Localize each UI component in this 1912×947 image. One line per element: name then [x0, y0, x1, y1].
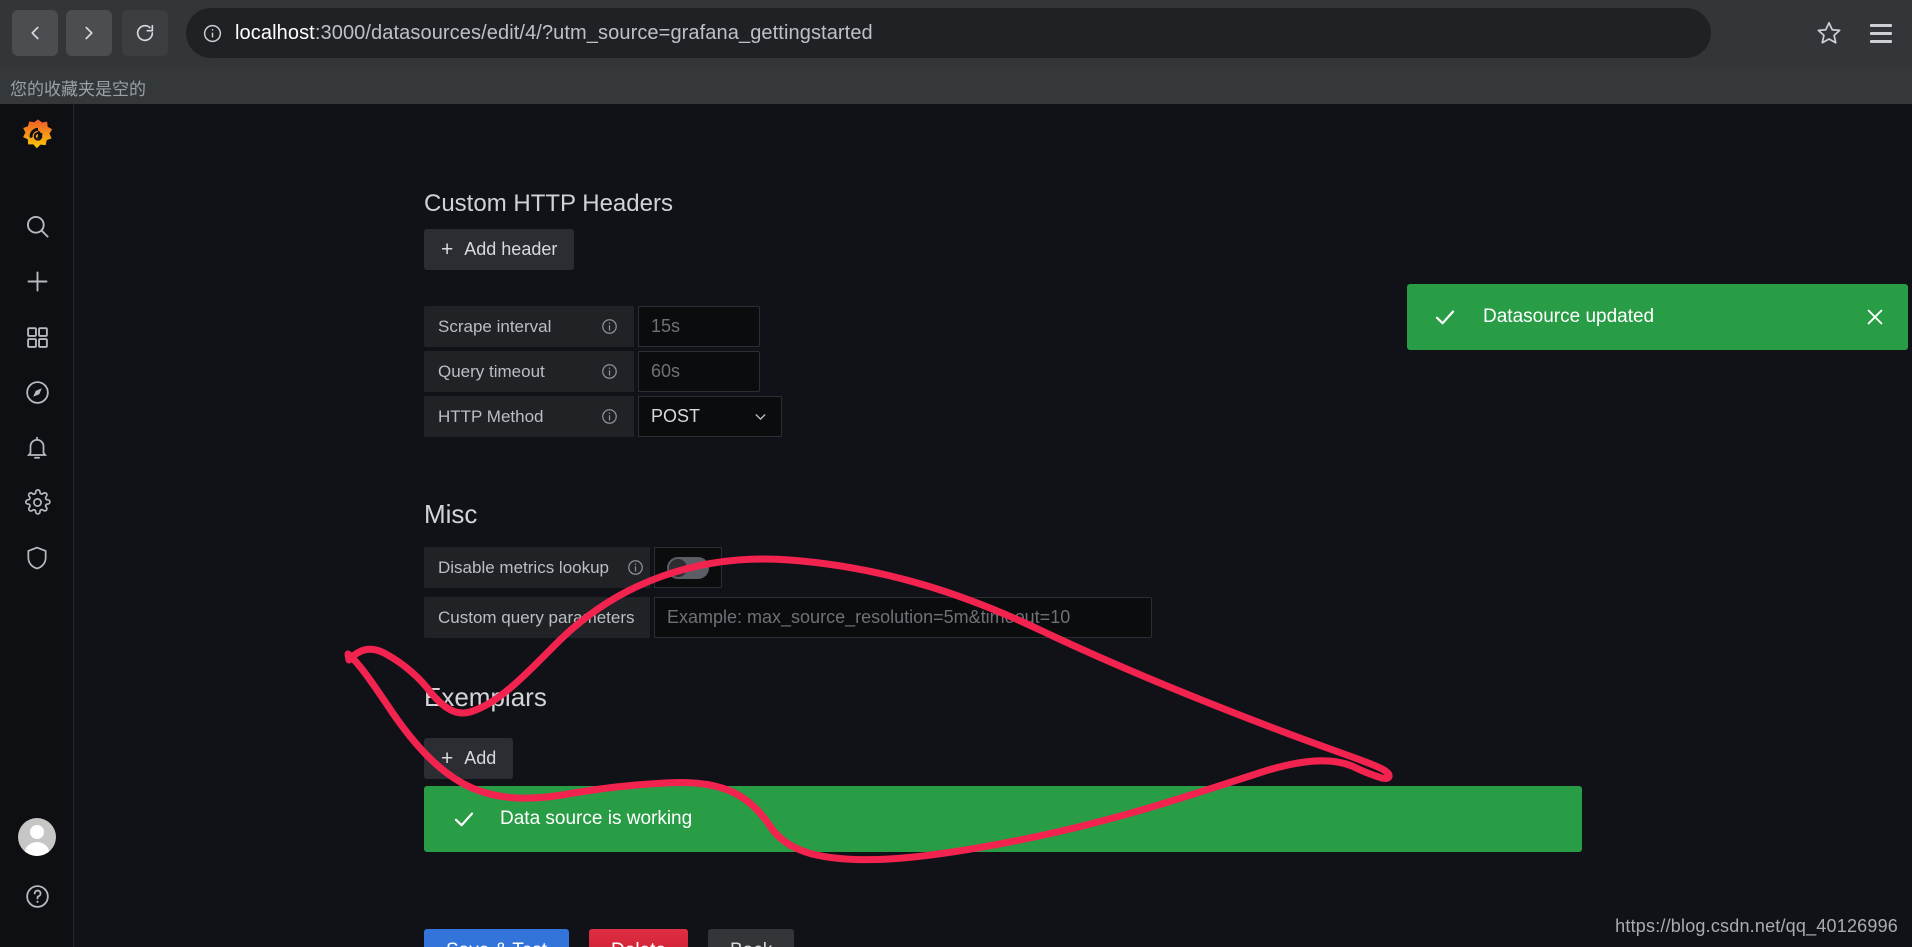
- datasource-settings-content: Custom HTTP Headers + Add header Scrape …: [74, 104, 1912, 947]
- query-timeout-label: Query timeout: [424, 351, 634, 392]
- bookmarks-bar: 您的收藏夹是空的: [0, 66, 1912, 104]
- toggle-knob: [669, 558, 687, 577]
- hamburger-menu-icon[interactable]: [1862, 14, 1900, 52]
- field-query-timeout: Query timeout: [424, 351, 760, 392]
- star-icon[interactable]: [1810, 14, 1848, 52]
- sidebar-item-search[interactable]: [12, 204, 62, 254]
- scrape-interval-label-text: Scrape interval: [438, 316, 552, 336]
- url-path: :3000/datasources/edit/4/?utm_source=gra…: [314, 21, 873, 44]
- disable-metrics-lookup-label-text: Disable metrics lookup: [438, 557, 610, 577]
- datasource-working-message: Data source is working: [500, 808, 693, 829]
- delete-button[interactable]: Delete: [589, 929, 688, 947]
- gear-icon: [24, 489, 51, 521]
- save-and-test-button[interactable]: Save & Test: [424, 929, 570, 947]
- http-method-selected-value: POST: [651, 406, 701, 426]
- custom-query-parameters-label-text: Custom query parameters: [438, 607, 635, 627]
- back-button[interactable]: Back: [707, 929, 795, 947]
- add-header-label: Add header: [464, 239, 558, 259]
- http-method-label: HTTP Method: [424, 396, 634, 437]
- grid-icon: [25, 325, 50, 355]
- sidebar-item-create[interactable]: [12, 259, 62, 309]
- add-exemplar-label: Add: [464, 748, 497, 768]
- scrape-interval-label: Scrape interval: [424, 306, 634, 347]
- http-method-select[interactable]: POST: [638, 396, 782, 437]
- watermark: https://blog.csdn.net/qq_40126996: [1615, 916, 1898, 936]
- misc-heading: Misc: [424, 499, 478, 529]
- bell-icon: [24, 435, 50, 466]
- info-circle-icon[interactable]: [601, 363, 618, 380]
- info-circle-icon[interactable]: [601, 408, 618, 425]
- sidebar-item-help[interactable]: [12, 874, 62, 924]
- sidebar-item-admin[interactable]: [12, 535, 62, 585]
- sidebar-item-configuration[interactable]: [12, 480, 62, 530]
- field-http-method: HTTP Method POST: [424, 396, 782, 437]
- query-timeout-input[interactable]: [638, 351, 760, 392]
- sidebar-item-explore[interactable]: [12, 370, 62, 420]
- info-circle-icon[interactable]: [601, 318, 618, 335]
- grafana-app: Custom HTTP Headers + Add header Scrape …: [0, 104, 1912, 947]
- question-circle-icon: [24, 883, 51, 915]
- chevron-left-icon: [24, 22, 46, 44]
- add-exemplar-button[interactable]: + Add: [424, 738, 514, 779]
- field-disable-metrics-lookup: Disable metrics lookup: [424, 547, 722, 588]
- plus-icon: [24, 268, 51, 300]
- url-bar[interactable]: localhost:3000/datasources/edit/4/?utm_s…: [186, 8, 1711, 58]
- disable-metrics-lookup-label: Disable metrics lookup: [424, 547, 650, 588]
- toast-datasource-updated: Datasource updated: [1407, 284, 1908, 350]
- field-custom-query-parameters: Custom query parameters: [424, 597, 1152, 638]
- url-host: localhost: [235, 21, 315, 44]
- compass-icon: [24, 379, 51, 411]
- custom-query-parameters-input[interactable]: [654, 597, 1152, 638]
- avatar[interactable]: [18, 818, 56, 856]
- sidebar-item-dashboards[interactable]: [12, 315, 62, 365]
- custom-query-parameters-label: Custom query parameters: [424, 597, 669, 638]
- field-scrape-interval: Scrape interval: [424, 306, 760, 347]
- scrape-interval-input[interactable]: [638, 306, 760, 347]
- sidebar-item-alerting[interactable]: [12, 425, 62, 475]
- browser-reload-button[interactable]: [122, 10, 168, 56]
- disable-metrics-lookup-toggle-wrapper[interactable]: [654, 547, 722, 588]
- side-menu: [0, 104, 74, 947]
- search-icon: [24, 213, 51, 245]
- info-circle-icon[interactable]: [627, 559, 644, 576]
- browser-forward-button[interactable]: [66, 10, 112, 56]
- plus-icon: +: [441, 238, 454, 261]
- bookmarks-empty-label: 您的收藏夹是空的: [10, 80, 146, 99]
- form-actions: Save & Test Delete Back: [424, 929, 795, 947]
- datasource-working-alert: Data source is working: [424, 786, 1582, 852]
- check-icon: [1433, 305, 1457, 329]
- browser-back-button[interactable]: [12, 10, 58, 56]
- exemplars-heading: Exemplars: [424, 682, 547, 712]
- query-timeout-label-text: Query timeout: [438, 361, 545, 381]
- url-text: localhost:3000/datasources/edit/4/?utm_s…: [235, 22, 873, 45]
- add-header-button[interactable]: + Add header: [424, 229, 575, 270]
- plus-icon: +: [441, 747, 454, 770]
- grafana-logo-icon[interactable]: [19, 118, 57, 156]
- chevron-right-icon: [78, 22, 100, 44]
- shield-icon: [24, 545, 50, 576]
- toast-message: Datasource updated: [1483, 306, 1655, 327]
- browser-chrome: localhost:3000/datasources/edit/4/?utm_s…: [0, 0, 1912, 66]
- disable-metrics-lookup-toggle[interactable]: [667, 556, 709, 579]
- http-method-label-text: HTTP Method: [438, 406, 544, 426]
- close-icon[interactable]: [1864, 306, 1886, 328]
- info-circle-icon[interactable]: [202, 23, 223, 44]
- reload-icon: [134, 22, 156, 44]
- custom-http-headers-heading: Custom HTTP Headers: [424, 190, 673, 217]
- check-icon: [452, 807, 476, 831]
- chevron-down-icon: [752, 408, 769, 425]
